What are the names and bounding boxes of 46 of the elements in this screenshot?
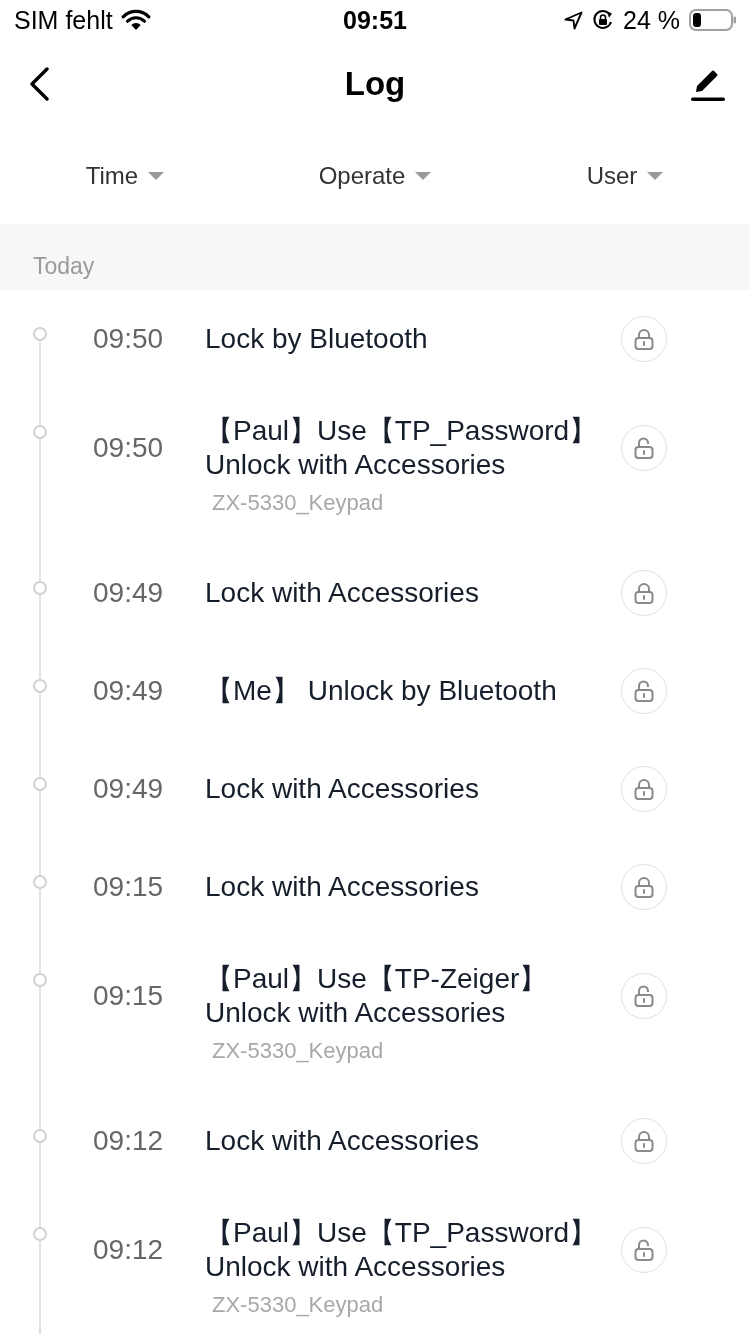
- clock-time: 09:51: [343, 5, 407, 35]
- filter-dropdown[interactable]: Operate: [314, 156, 436, 196]
- log-entry-text: 【Paul】Use【TP_Password】Unlock with Accessories: [205, 414, 599, 482]
- log-entry-text: Lock with Accessories: [205, 576, 479, 610]
- log-entry-text: 【Paul】Use【TP-Zeiger】Unlock with Accessories: [205, 962, 549, 1030]
- device-name: ZX-5330_Keypad: [211, 489, 384, 517]
- log-time: 09:15: [92, 979, 164, 1013]
- log-time: 09:50: [92, 322, 164, 356]
- timeline-dot-icon: [33, 581, 47, 595]
- caret-down-icon: [647, 172, 664, 180]
- timeline-dot-icon: [33, 679, 47, 693]
- carrier-text: SIM fehlt: [14, 5, 113, 35]
- device-name: ZX-5330_Keypad: [211, 1037, 384, 1065]
- log-time: 09:12: [92, 1124, 164, 1158]
- rotation-lock-icon: [592, 9, 615, 31]
- location-arrow-icon: [564, 10, 584, 30]
- log-time: 09:49: [92, 772, 164, 806]
- timeline-dot-icon: [33, 1129, 47, 1143]
- log-time: 09:49: [92, 576, 164, 610]
- timeline-dot-icon: [33, 777, 47, 791]
- log-entry-text: Lock with Accessories: [205, 1124, 479, 1158]
- timeline-dot-icon: [33, 973, 47, 987]
- caret-down-icon: [148, 172, 165, 180]
- log-entry-text: Lock by Bluetooth: [205, 322, 428, 356]
- timeline-dot-icon: [33, 327, 47, 341]
- log-time: 09:15: [92, 870, 164, 904]
- filter-dropdown[interactable]: User: [582, 156, 668, 196]
- timeline-dot-icon: [33, 425, 47, 439]
- page-title: Log: [344, 65, 406, 103]
- back-chevron-icon: [28, 67, 50, 101]
- device-name: ZX-5330_Keypad: [211, 1291, 384, 1319]
- timeline-dot-icon: [33, 875, 47, 889]
- log-entry-text: Lock with Accessories: [205, 772, 479, 806]
- filter-dropdown[interactable]: Time: [81, 156, 169, 196]
- log-time: 09:12: [92, 1233, 164, 1267]
- wifi-icon: [120, 9, 151, 31]
- log-entry-text: 【Paul】Use【TP_Password】Unlock with Accessories: [205, 1216, 599, 1284]
- timeline-dot-icon: [33, 1227, 47, 1241]
- battery-percent: 24 %: [623, 5, 680, 35]
- battery-icon: [689, 9, 736, 31]
- log-time: 09:49: [92, 674, 164, 708]
- log-entry-text: Lock with Accessories: [205, 870, 479, 904]
- log-entry-text: 【Me】 Unlock by Bluetooth: [205, 674, 557, 708]
- log-time: 09:50: [92, 431, 164, 465]
- caret-down-icon: [415, 172, 432, 180]
- section-title: Today: [33, 253, 95, 279]
